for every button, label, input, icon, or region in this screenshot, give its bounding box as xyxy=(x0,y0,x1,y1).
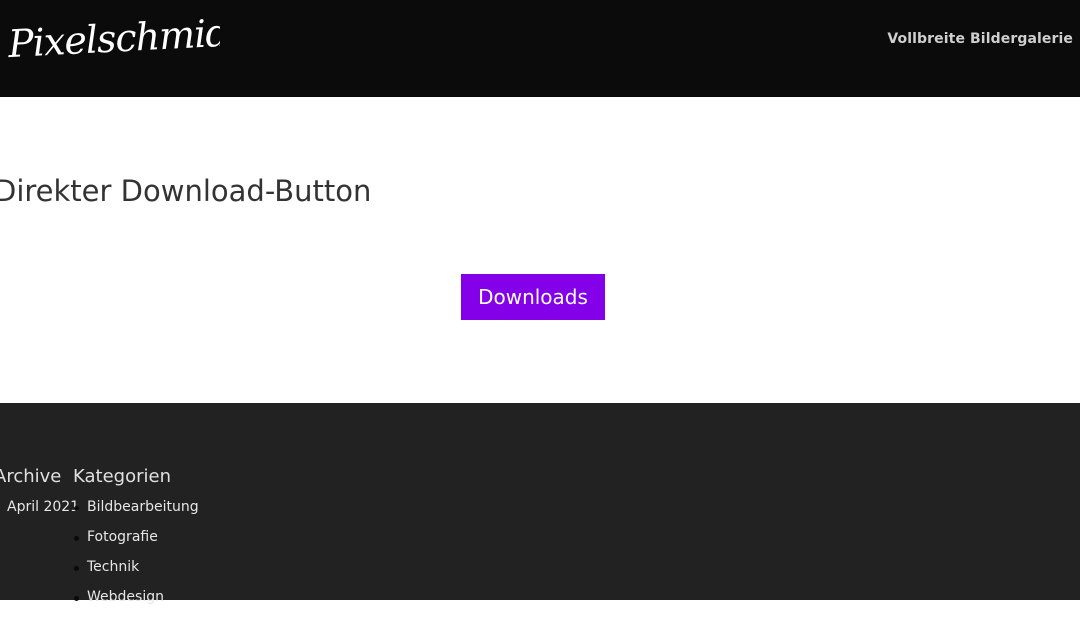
svg-text:Pixelschmidt: Pixelschmidt xyxy=(6,10,220,66)
bullet-icon xyxy=(74,536,79,541)
category-item-webdesign[interactable]: Webdesign xyxy=(72,589,199,619)
page-title: Direkter Download-Button xyxy=(0,174,372,208)
bullet-icon xyxy=(74,506,79,511)
downloads-button[interactable]: Downloads xyxy=(461,274,605,320)
category-item-technik[interactable]: Technik xyxy=(72,559,199,589)
main-content: Direkter Download-Button Downloads xyxy=(0,97,1080,403)
categories-list: Bildbearbeitung Fotografie Technik Webde… xyxy=(72,499,199,619)
category-label: Webdesign xyxy=(87,589,164,605)
categories-widget-title: Kategorien xyxy=(73,466,171,487)
archive-widget-title: Archive xyxy=(0,466,62,487)
bullet-icon xyxy=(74,596,79,601)
category-label: Bildbearbeitung xyxy=(87,499,199,515)
site-logo[interactable]: Pixelschmidt xyxy=(6,8,246,70)
nav-link-vollbreite-bildergalerie[interactable]: Vollbreite Bildergalerie xyxy=(887,31,1073,47)
category-item-bildbearbeitung[interactable]: Bildbearbeitung xyxy=(72,499,199,529)
bullet-icon xyxy=(74,566,79,571)
category-label: Technik xyxy=(87,559,140,575)
site-header: Pixelschmidt Vollbreite Bildergalerie xyxy=(0,0,1080,97)
logo-script: Pixelschmidt xyxy=(6,10,246,66)
category-item-fotografie[interactable]: Fotografie xyxy=(72,529,199,559)
archive-link-april-2021[interactable]: April 2021 xyxy=(7,499,79,515)
site-footer: Archive April 2021 Kategorien Bildbearbe… xyxy=(0,403,1080,605)
category-label: Fotografie xyxy=(87,529,158,545)
